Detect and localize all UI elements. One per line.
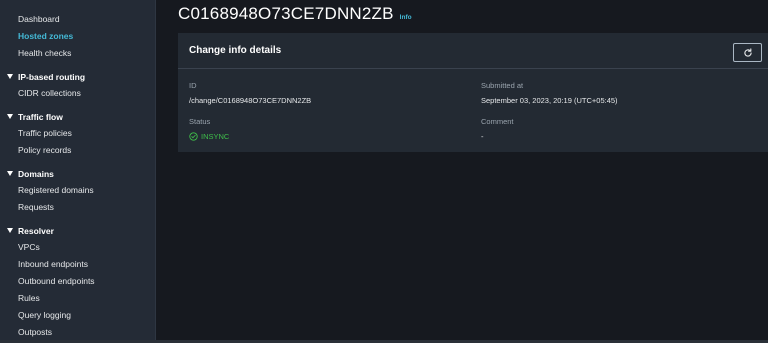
- sidebar-section-domains[interactable]: Domains: [0, 165, 155, 182]
- sidebar-item-vpcs[interactable]: VPCs: [0, 239, 155, 256]
- info-link[interactable]: Info: [400, 14, 412, 21]
- sidebar-section-label: Resolver: [18, 225, 54, 236]
- sidebar-section-ip-based-routing[interactable]: IP-based routing: [0, 68, 155, 85]
- field-label: ID: [189, 81, 197, 90]
- panel-title: Change info details: [189, 45, 282, 56]
- sidebar-item-traffic-policies[interactable]: Traffic policies: [0, 125, 155, 142]
- sidebar-item-rules[interactable]: Rules: [0, 290, 155, 307]
- caret-down-icon: [7, 228, 13, 233]
- sidebar-item-outbound-endpoints[interactable]: Outbound endpoints: [0, 273, 155, 290]
- change-id-value: /change/C0168948O73CE7DNN2ZB: [189, 96, 312, 105]
- page-header: C0168948O73CE7DNN2ZB Info: [178, 4, 412, 24]
- sidebar-section-resolver[interactable]: Resolver: [0, 222, 155, 239]
- refresh-button[interactable]: [733, 43, 762, 62]
- field-submitted-at: Submitted at September 03, 2023, 20:19 (…: [481, 81, 618, 105]
- sidebar-top-spacer: [0, 0, 155, 11]
- field-label: Comment: [481, 117, 514, 126]
- sidebar-item-outposts[interactable]: Outposts: [0, 324, 155, 341]
- caret-down-icon: [7, 114, 13, 119]
- sidebar-section-label: IP-based routing: [18, 71, 86, 82]
- sidebar-item-dashboard[interactable]: Dashboard: [0, 11, 155, 28]
- field-label: Status: [189, 117, 211, 126]
- sidebar-item-requests[interactable]: Requests: [0, 199, 155, 216]
- change-info-panel: Change info details ID /change/C0168948O…: [178, 33, 768, 152]
- submitted-at-value: September 03, 2023, 20:19 (UTC+05:45): [481, 96, 618, 105]
- status-badge: INSYNC: [189, 132, 229, 141]
- main-content: C0168948O73CE7DNN2ZB Info Change info de…: [157, 0, 768, 343]
- caret-down-icon: [7, 74, 13, 79]
- sidebar-section-label: Traffic flow: [18, 111, 63, 122]
- sidebar-item-registered-domains[interactable]: Registered domains: [0, 182, 155, 199]
- sidebar-section-label: Domains: [18, 168, 54, 179]
- refresh-icon: [743, 47, 753, 58]
- sidebar-item-policy-records[interactable]: Policy records: [0, 142, 155, 159]
- caret-down-icon: [7, 171, 13, 176]
- page-title: C0168948O73CE7DNN2ZB: [178, 4, 394, 23]
- sidebar-item-hosted-zones[interactable]: Hosted zones: [0, 28, 155, 45]
- sidebar-item-health-checks[interactable]: Health checks: [0, 45, 155, 62]
- field-status: Status INSYNC: [189, 117, 229, 141]
- sidebar-item-cidr-collections[interactable]: CIDR collections: [0, 85, 155, 102]
- comment-value: -: [481, 132, 484, 141]
- sidebar-item-query-logging[interactable]: Query logging: [0, 307, 155, 324]
- field-comment: Comment -: [481, 117, 514, 141]
- sidebar-item-inbound-endpoints[interactable]: Inbound endpoints: [0, 256, 155, 273]
- panel-header: Change info details: [178, 33, 768, 69]
- field-id: ID /change/C0168948O73CE7DNN2ZB: [189, 81, 311, 105]
- sidebar-nav: Dashboard Hosted zones Health checks IP-…: [0, 0, 156, 343]
- sidebar-section-traffic-flow[interactable]: Traffic flow: [0, 108, 155, 125]
- status-value: INSYNC: [201, 132, 230, 141]
- check-circle-icon: [189, 132, 198, 141]
- field-label: Submitted at: [481, 81, 524, 90]
